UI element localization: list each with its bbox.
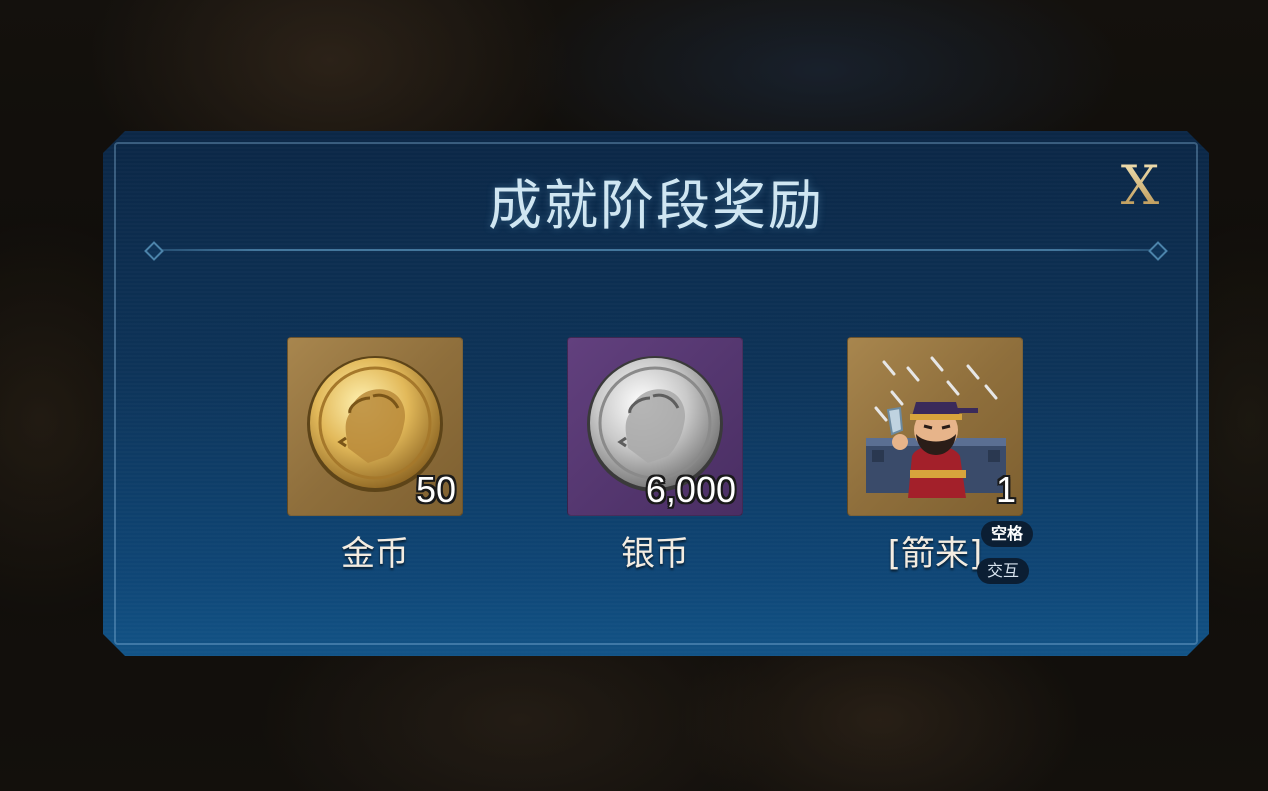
close-button[interactable]: X xyxy=(1117,159,1163,213)
title-divider xyxy=(153,249,1159,251)
reward-label: 金币 xyxy=(341,534,409,574)
reward-quantity: 1 xyxy=(995,469,1016,510)
space-key-hint: 空格 xyxy=(981,521,1034,547)
reward-tile[interactable]: 6,000 xyxy=(567,337,743,516)
reward-quantity: 50 xyxy=(415,469,456,510)
reward-label: 银币 xyxy=(621,534,689,574)
reward-quantity: 6,000 xyxy=(645,469,736,510)
reward-item-silver[interactable]: 6,000 银币 xyxy=(567,337,743,575)
reward-item-gold[interactable]: 50 金币 xyxy=(287,337,463,575)
reward-tile[interactable]: 1 xyxy=(847,337,1023,516)
dialog-title: 成就阶段奖励 xyxy=(488,174,824,237)
reward-tile[interactable]: 50 xyxy=(287,337,463,516)
interact-hint[interactable]: 交互 xyxy=(977,558,1030,584)
